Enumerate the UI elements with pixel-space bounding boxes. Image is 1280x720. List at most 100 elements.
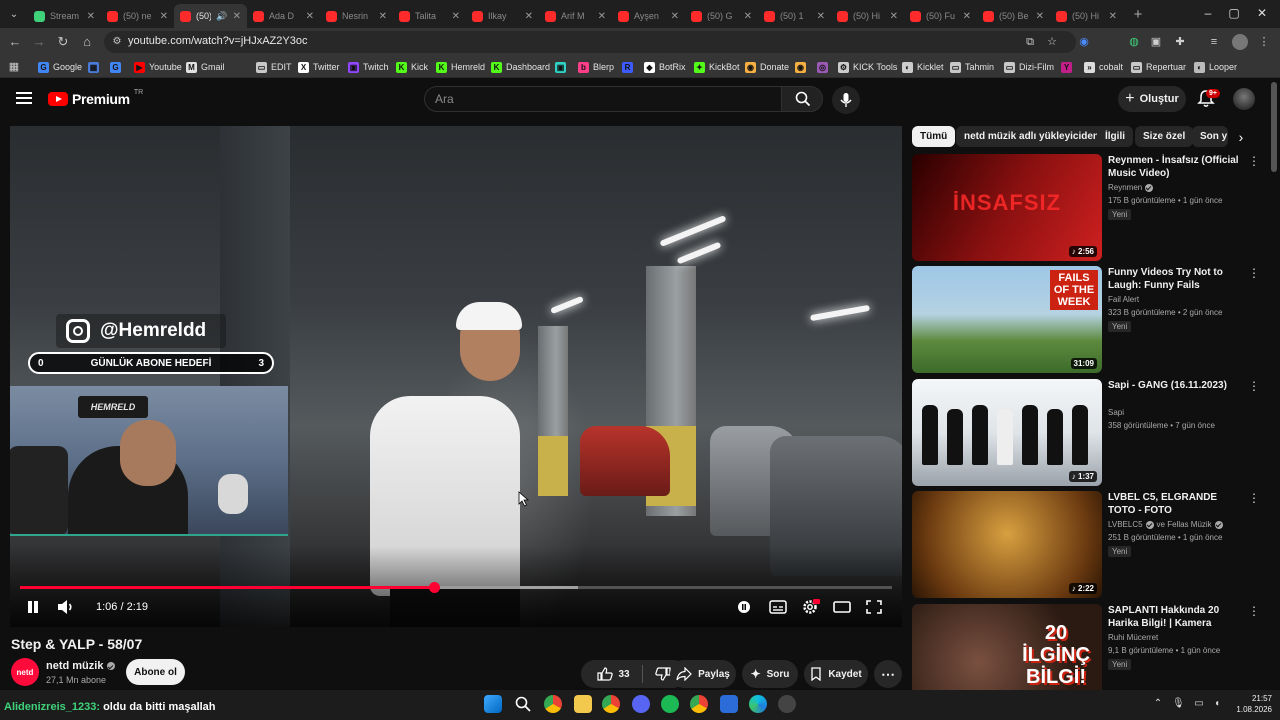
- extension-icon[interactable]: ◍: [1126, 34, 1142, 50]
- tray-volume-icon[interactable]: ◖: [1210, 695, 1224, 713]
- tab-close-icon[interactable]: ✕: [87, 11, 95, 22]
- account-avatar[interactable]: [1233, 88, 1255, 110]
- back-button[interactable]: ←: [6, 33, 24, 51]
- recommended-video-card[interactable]: ♪ 1:37 Sapi - GANG (16.11.2023) Sapi 358 gö…: [912, 379, 1264, 487]
- install-app-icon[interactable]: ⧉: [1022, 34, 1038, 50]
- filter-chip[interactable]: netd müzik adlı yükleyiciden: [956, 126, 1108, 147]
- progress-bar[interactable]: [20, 582, 892, 593]
- filter-chip[interactable]: Size özel: [1135, 126, 1194, 147]
- recommended-channel[interactable]: Sapi: [1108, 408, 1124, 417]
- taskbar-search-icon[interactable]: [514, 695, 532, 713]
- tray-network-icon[interactable]: ▭: [1192, 695, 1206, 713]
- recommended-video-card[interactable]: ♪ 2:22 LVBEL C5, ELGRANDE TOTO - FOTO LVBE…: [912, 491, 1264, 599]
- recommended-video-card[interactable]: FAILS OF THE WEEK 31:09 Funny Videos Try N…: [912, 266, 1264, 374]
- browser-tab[interactable]: (50) Be ✕: [977, 4, 1050, 28]
- tab-close-icon[interactable]: ✕: [963, 11, 971, 22]
- pause-button[interactable]: [26, 599, 40, 615]
- bookmark-item[interactable]: ◐ Looper: [1194, 59, 1237, 75]
- bookmark-item[interactable]: ⚙ KICK Tools: [838, 59, 897, 75]
- tab-close-icon[interactable]: ✕: [160, 11, 168, 22]
- bookmark-star-icon[interactable]: ☆: [1044, 34, 1060, 50]
- volume-icon[interactable]: [56, 598, 76, 616]
- browser-tab[interactable]: (50) Hi ✕: [831, 4, 904, 28]
- file-explorer-icon[interactable]: [574, 695, 592, 713]
- tab-close-icon[interactable]: ✕: [1036, 11, 1044, 22]
- media-control-icon[interactable]: ≡: [1206, 34, 1222, 50]
- tab-close-icon[interactable]: ✕: [598, 11, 606, 22]
- video-thumbnail[interactable]: FAILS OF THE WEEK 31:09: [912, 266, 1102, 373]
- system-clock[interactable]: 21:57 1.08.2026: [1230, 693, 1272, 715]
- filter-chip[interactable]: İlgili: [1097, 126, 1133, 147]
- recommended-title[interactable]: SAPLANTI Hakkında 20 Harika Bilgi! | Kam…: [1108, 604, 1244, 630]
- browser-tab[interactable]: (50) 🔊 ✕: [174, 4, 247, 28]
- recommended-channel[interactable]: Ruhi Mücerret: [1108, 633, 1158, 642]
- reload-button[interactable]: ↻: [54, 33, 72, 51]
- recommended-title[interactable]: Funny Videos Try Not to Laugh: Funny Fai…: [1108, 266, 1244, 292]
- bookmark-item[interactable]: ◐ Kicklet: [902, 59, 944, 75]
- tab-close-icon[interactable]: ✕: [379, 11, 387, 22]
- tab-close-icon[interactable]: ✕: [1109, 11, 1117, 22]
- more-options-icon[interactable]: ⋮: [1248, 380, 1260, 392]
- close-window-button[interactable]: ✕: [1252, 6, 1272, 20]
- recommended-video-card[interactable]: İNSAFSIZ ♪ 2:56 Reynmen - İnsafsız (Offici…: [912, 154, 1264, 262]
- video-thumbnail[interactable]: ♪ 2:22: [912, 491, 1102, 598]
- forward-button[interactable]: →: [30, 33, 48, 51]
- bookmark-item[interactable]: M Gmail: [186, 59, 225, 75]
- bookmark-item[interactable]: ▦: [88, 59, 99, 75]
- bookmark-item[interactable]: ▭ EDIT: [256, 59, 292, 75]
- bookmark-item[interactable]: ▣: [555, 59, 566, 75]
- discord-icon[interactable]: [632, 695, 650, 713]
- bookmark-item[interactable]: b Blerp: [578, 59, 614, 75]
- browser-tab[interactable]: (50) 1 ✕: [758, 4, 831, 28]
- app-taskbar-icon[interactable]: [720, 695, 738, 713]
- bookmark-item[interactable]: ▭ Tahmin: [950, 59, 994, 75]
- bookmark-item[interactable]: ▣ Twitch: [348, 59, 389, 75]
- ask-button[interactable]: ✦ Soru: [742, 660, 798, 688]
- more-options-icon[interactable]: ⋮: [1248, 605, 1260, 617]
- bookmark-item[interactable]: X Twitter: [298, 59, 340, 75]
- extensions-puzzle-icon[interactable]: ✚: [1172, 34, 1188, 50]
- bookmark-item[interactable]: ◎: [817, 59, 828, 75]
- bookmark-item[interactable]: ✦ KickBot: [694, 59, 740, 75]
- browser-tab[interactable]: Arif M ✕: [539, 4, 612, 28]
- site-info-icon[interactable]: ⚙: [108, 33, 126, 51]
- maximize-button[interactable]: ▢: [1224, 6, 1244, 20]
- bookmark-item[interactable]: K Dashboard: [491, 59, 550, 75]
- bookmark-item[interactable]: K Hemreld: [436, 59, 485, 75]
- extension-icon[interactable]: ◉: [1076, 34, 1092, 50]
- recommended-channel[interactable]: Fail Alert: [1108, 295, 1139, 304]
- recommended-channel[interactable]: LVBELC5 ve Fellas Müzik: [1108, 520, 1223, 529]
- chrome-taskbar-icon[interactable]: [602, 695, 620, 713]
- channel-name-link[interactable]: netd müzik: [46, 660, 116, 672]
- spotify-icon[interactable]: [661, 695, 679, 713]
- tab-close-icon[interactable]: ✕: [671, 11, 679, 22]
- url-text[interactable]: youtube.com/watch?v=jHJxAZ2Y3oc: [128, 35, 307, 47]
- profile-avatar[interactable]: [1232, 34, 1248, 50]
- browser-tab[interactable]: (50) Hi ✕: [1050, 4, 1123, 28]
- search-input[interactable]: [435, 92, 765, 106]
- create-button[interactable]: + Oluştur: [1118, 86, 1186, 112]
- tab-close-icon[interactable]: ✕: [452, 11, 460, 22]
- apps-grid-icon[interactable]: ▦: [6, 59, 22, 75]
- browser-tab[interactable]: Ada D ✕: [247, 4, 320, 28]
- bookmark-item[interactable]: ◉ Donate: [745, 59, 789, 75]
- browser-tab[interactable]: Ilkay ✕: [466, 4, 539, 28]
- tab-close-icon[interactable]: ✕: [890, 11, 898, 22]
- bookmark-item[interactable]: K Kick: [396, 59, 428, 75]
- tab-close-icon[interactable]: ✕: [306, 11, 314, 22]
- tray-microphone-icon[interactable]: 🎙: [1172, 695, 1185, 713]
- autoplay-toggle-icon[interactable]: [734, 598, 754, 616]
- channel-avatar[interactable]: netd: [11, 658, 39, 686]
- more-options-icon[interactable]: ⋮: [1248, 492, 1260, 504]
- tray-chevron-up-icon[interactable]: ⌃: [1152, 695, 1164, 713]
- video-player[interactable]: @Hemreldd 0 GÜNLÜK ABONE HEDEFİ 3 HEMREL…: [10, 126, 902, 627]
- browser-tab[interactable]: (50) Fu ✕: [904, 4, 977, 28]
- youtube-premium-logo[interactable]: Premium TR: [48, 89, 143, 107]
- like-button[interactable]: 33: [597, 667, 630, 681]
- search-button[interactable]: [781, 86, 823, 112]
- home-icon[interactable]: ⌂: [78, 33, 96, 51]
- settings-gear-icon[interactable]: [800, 598, 820, 616]
- bookmark-item[interactable]: ▭ Repertuar: [1131, 59, 1186, 75]
- share-button[interactable]: Paylaş: [670, 660, 736, 688]
- theater-mode-icon[interactable]: [832, 598, 852, 616]
